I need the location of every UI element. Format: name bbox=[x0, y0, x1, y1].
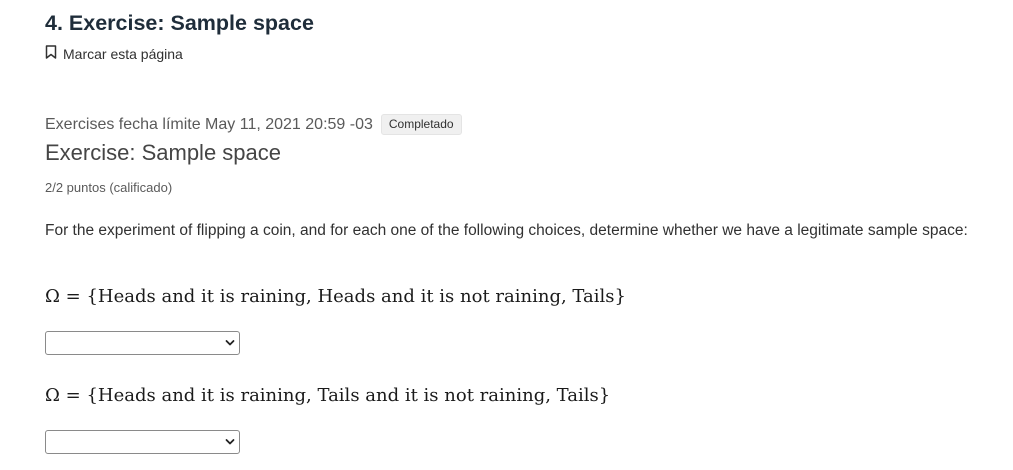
answer-dropdown-1[interactable] bbox=[45, 331, 240, 355]
bookmark-button[interactable]: Marcar esta página bbox=[45, 45, 183, 62]
sample-space-expression-2: Ω = {Heads and it is raining, Tails and … bbox=[45, 385, 611, 406]
sample-space-expression-1: Ω = {Heads and it is raining, Heads and … bbox=[45, 286, 626, 307]
answer-dropdown-2[interactable] bbox=[45, 430, 240, 454]
bookmark-label: Marcar esta página bbox=[63, 45, 183, 62]
due-date-text: Exercises fecha límite May 11, 2021 20:5… bbox=[45, 115, 373, 133]
bookmark-icon bbox=[45, 45, 63, 62]
problem-meta: Exercises fecha límite May 11, 2021 20:5… bbox=[45, 114, 462, 135]
page-title: 4. Exercise: Sample space bbox=[45, 11, 314, 35]
status-badge: Completado bbox=[380, 114, 462, 135]
problem-prompt: For the experiment of flipping a coin, a… bbox=[45, 222, 968, 239]
score-text: 2/2 puntos (calificado) bbox=[45, 180, 173, 195]
problem-title: Exercise: Sample space bbox=[45, 140, 281, 165]
